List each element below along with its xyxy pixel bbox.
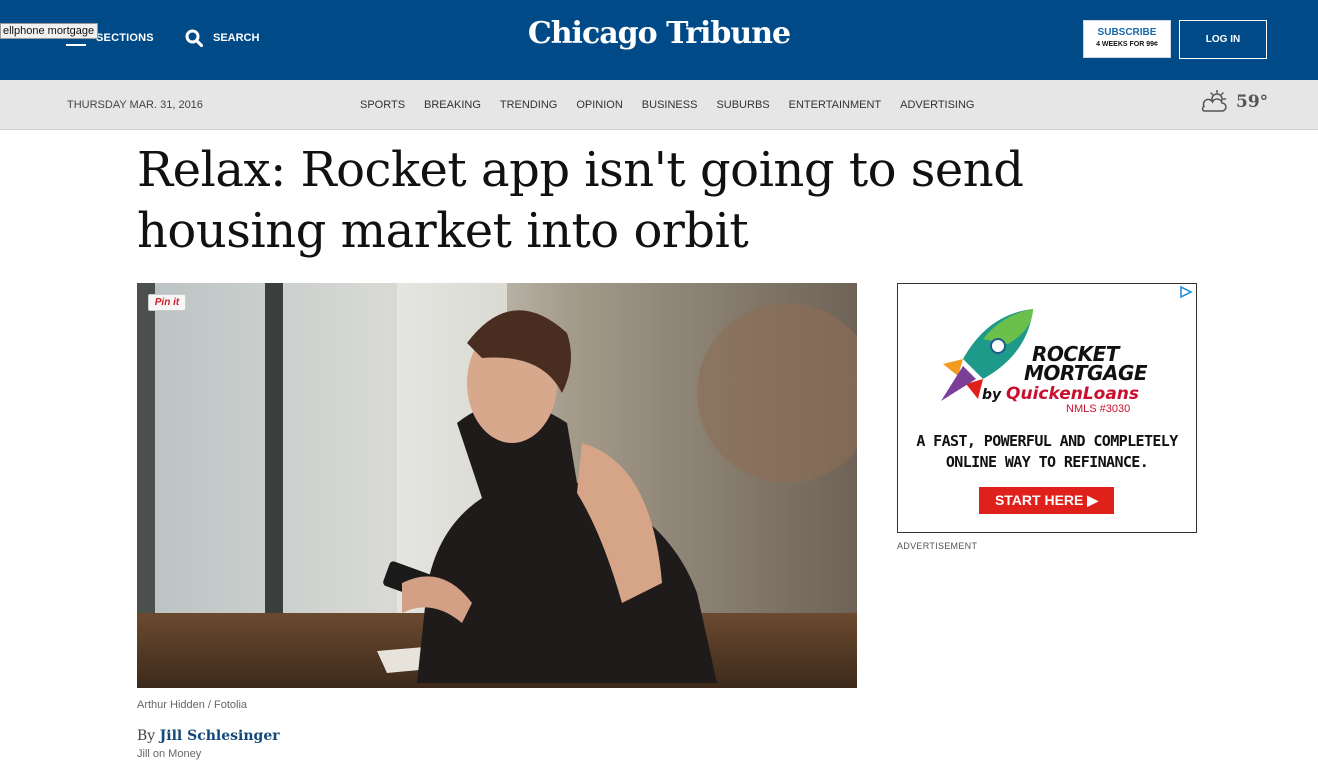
search-label: SEARCH [213, 32, 260, 44]
tooltip: ellphone mortgage [0, 23, 99, 39]
ad-tagline-line2: ONLINE WAY TO REFINANCE. [945, 453, 1149, 471]
author-link[interactable]: Jill Schlesinger [160, 728, 280, 744]
sections-label: SECTIONS [96, 32, 154, 44]
pin-it-button[interactable]: Pin it [148, 294, 186, 311]
nav-item-sports[interactable]: SPORTS [360, 99, 405, 111]
byline-prefix: By [137, 728, 156, 744]
ad-cta-label: START HERE [994, 492, 1084, 508]
article-photo [137, 283, 857, 688]
nav-item-breaking[interactable]: BREAKING [424, 99, 481, 111]
current-date: THURSDAY MAR. 31, 2016 [67, 99, 203, 111]
temperature: 59° [1236, 92, 1269, 112]
advertisement-label: ADVERTISEMENT [897, 541, 978, 551]
weather-widget[interactable]: 59° [1200, 90, 1268, 114]
login-button[interactable]: LOG IN [1179, 20, 1267, 59]
ad-start-here-button[interactable]: START HERE ▶ [979, 487, 1114, 514]
subscribe-label: SUBSCRIBE [1097, 27, 1157, 38]
nav-item-advertising[interactable]: ADVERTISING [900, 99, 974, 111]
ad-partner-name: QuickenLoans [1006, 384, 1140, 404]
ad-nmls: NMLS #3030 [1066, 403, 1131, 415]
adchoices-icon[interactable] [1179, 286, 1193, 298]
nav-item-entertainment[interactable]: ENTERTAINMENT [789, 99, 882, 111]
site-logo[interactable]: Chicago Tribune [500, 16, 818, 51]
article-headline: Relax: Rocket app isn't going to send ho… [137, 142, 1024, 259]
nav-item-trending[interactable]: TRENDING [500, 99, 557, 111]
nav-item-business[interactable]: BUSINESS [642, 99, 698, 111]
subscribe-offer: 4 WEEKS FOR 99¢ [1096, 41, 1158, 48]
search-icon [185, 29, 203, 47]
nav-item-suburbs[interactable]: SUBURBS [716, 99, 769, 111]
top-header: SECTIONS SEARCH Chicago Tribune SUBSCRIB… [0, 0, 1318, 80]
nav-item-opinion[interactable]: OPINION [576, 99, 622, 111]
subscribe-button[interactable]: SUBSCRIBE 4 WEEKS FOR 99¢ [1083, 20, 1171, 58]
ad-brand-line2: MORTGAGE [1024, 361, 1148, 385]
photo-credit: Arthur Hidden / Fotolia [137, 699, 248, 711]
ad-by-text: by [982, 387, 1002, 403]
ad-partner: by QuickenLoans [982, 384, 1139, 404]
play-arrow-icon: ▶ [1087, 492, 1099, 508]
section-nav-bar: THURSDAY MAR. 31, 2016 SPORTS BREAKING T… [0, 80, 1318, 130]
section-nav: SPORTS BREAKING TRENDING OPINION BUSINES… [360, 99, 975, 111]
partly-cloudy-icon [1201, 90, 1227, 112]
byline: By Jill Schlesinger [137, 728, 280, 744]
column-name[interactable]: Jill on Money [137, 748, 201, 760]
search-button[interactable]: SEARCH [185, 29, 259, 47]
advertisement-banner[interactable]: ROCKET MORTGAGE by QuickenLoans NMLS #30… [897, 283, 1197, 533]
ad-tagline-line1: A FAST, POWERFUL AND COMPLETELY [916, 432, 1178, 450]
